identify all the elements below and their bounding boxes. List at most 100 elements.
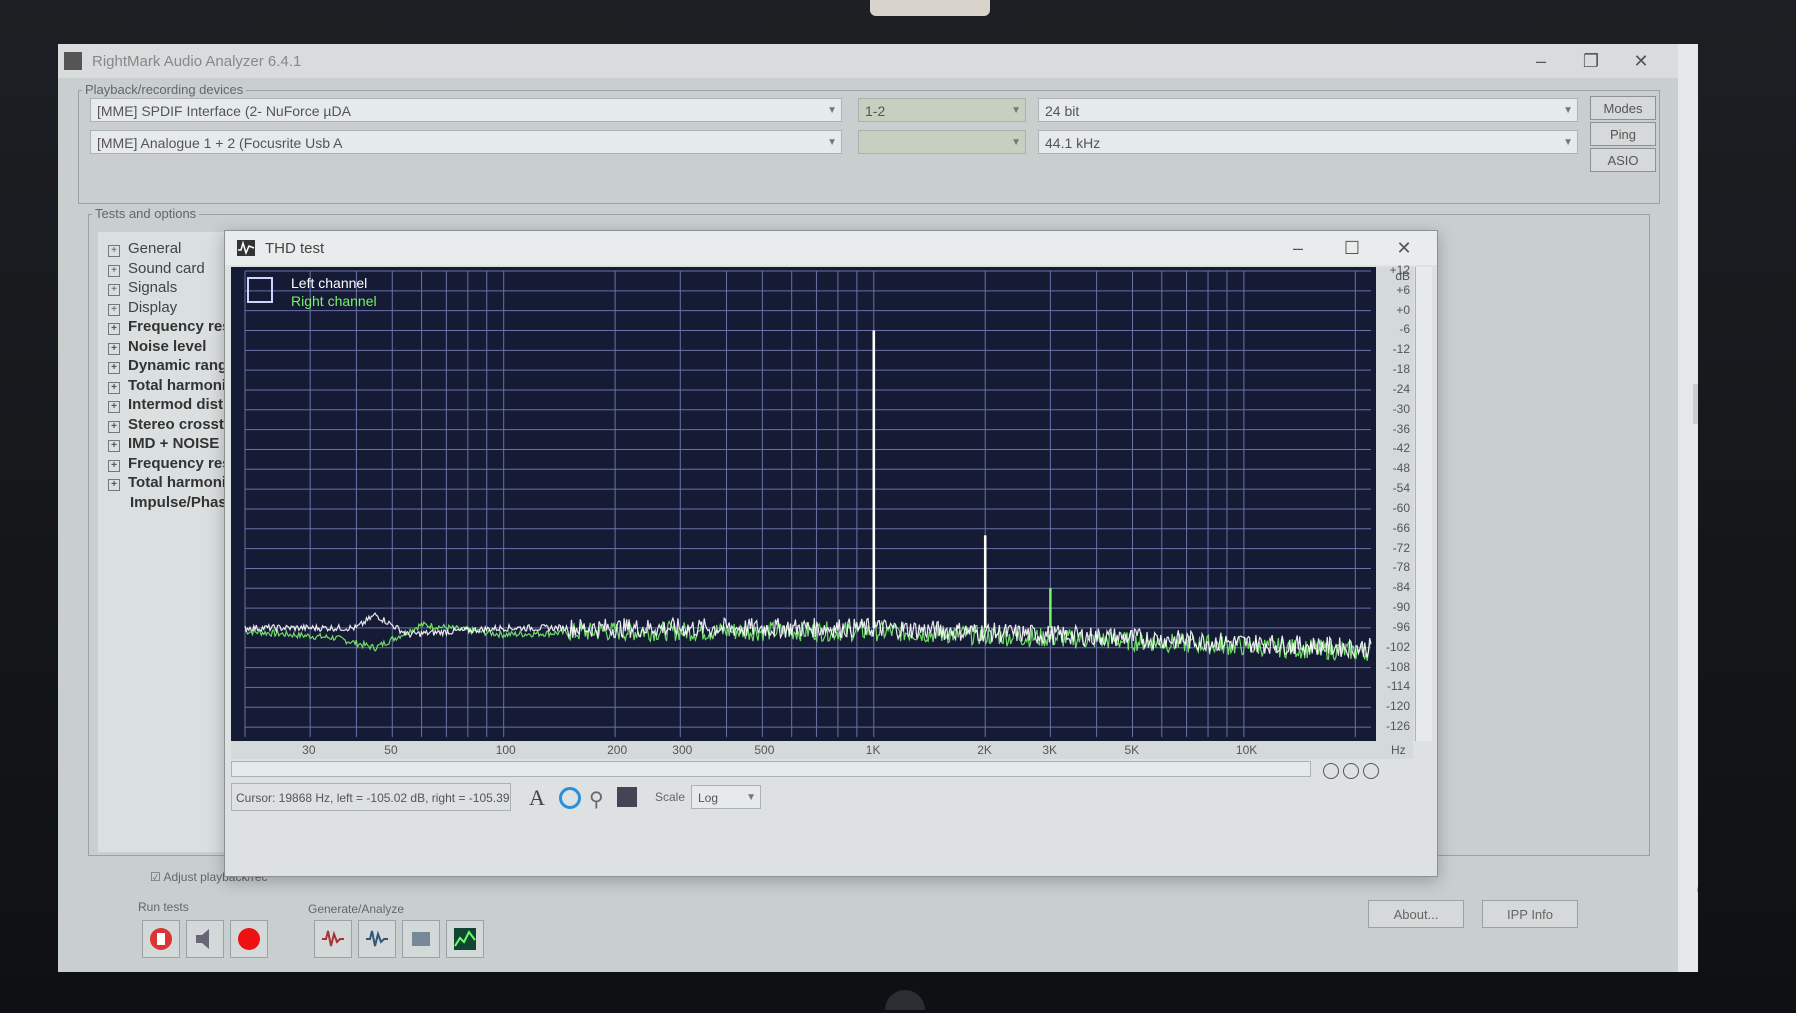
y-tick-label: -66 — [1392, 520, 1410, 535]
recording-device-value: [MME] Analogue 1 + 2 (Focusrite Usb A — [97, 135, 343, 151]
clock-time[interactable]: 2:26 PM — [1682, 864, 1699, 879]
tree-item[interactable]: + Intermod dist — [108, 396, 223, 413]
tree-item-label: Frequency res — [128, 318, 231, 335]
tree-item[interactable]: + Signals — [108, 279, 177, 296]
y-tick-label: -96 — [1392, 619, 1410, 634]
horizontal-scrollbar[interactable] — [231, 761, 1311, 777]
y-tick-label: -42 — [1392, 441, 1410, 456]
tree-item[interactable]: + Total harmoni — [108, 377, 226, 394]
expand-icon[interactable]: + — [108, 362, 120, 374]
expand-icon[interactable]: + — [108, 245, 120, 257]
play-channels-select[interactable]: 1-2 ▼ — [858, 98, 1026, 122]
expand-icon[interactable]: + — [108, 381, 120, 394]
close-button[interactable]: ✕ — [1618, 48, 1664, 74]
expand-icon[interactable]: + — [108, 440, 120, 452]
record-button[interactable] — [230, 920, 268, 958]
tree-item[interactable]: + Noise level — [108, 338, 206, 355]
run-all-button[interactable] — [142, 920, 180, 958]
zoom-reset-icon[interactable] — [1363, 763, 1379, 779]
tree-item-label: IMD + NOISE — [128, 435, 220, 452]
spectrum-plot[interactable]: Left channel Right channel dB +12 +6 +0 -6-… — [231, 263, 1414, 741]
speaker-button[interactable] — [186, 920, 224, 958]
chevron-down-icon: ▼ — [1563, 105, 1573, 116]
tree-item[interactable]: + Total harmoni — [108, 474, 226, 491]
tree-item[interactable]: + Frequency res — [108, 318, 231, 335]
tree-item[interactable]: Impulse/Phas — [130, 494, 227, 511]
tree-item[interactable]: + Dynamic range — [108, 357, 236, 374]
zoom-out-icon[interactable] — [1343, 763, 1359, 779]
maximize-button[interactable]: ☐ — [1329, 235, 1375, 261]
tree-item-label: Intermod dist — [128, 396, 224, 413]
close-button[interactable]: ✕ — [1381, 235, 1427, 261]
refresh-icon[interactable] — [559, 787, 581, 809]
tree-item[interactable]: + General — [108, 240, 181, 257]
expand-icon[interactable]: + — [108, 303, 120, 316]
waveform-icon — [322, 930, 344, 947]
about-button[interactable]: About... — [1368, 900, 1464, 928]
tree-item[interactable]: + IMD + NOISE — [108, 435, 219, 452]
expand-icon[interactable]: + — [108, 264, 120, 277]
tools-button[interactable] — [402, 920, 440, 958]
save-icon[interactable] — [617, 787, 637, 807]
y-tick-label: -78 — [1392, 560, 1410, 575]
title-bar: RightMark Audio Analyzer 6.4.1 – ❐ ✕ — [58, 44, 1678, 78]
y-tick-label: -72 — [1392, 540, 1410, 555]
y-tick-label: +0 — [1396, 302, 1410, 317]
x-tick-label: 1K — [865, 743, 881, 757]
minimize-button[interactable]: – — [1275, 235, 1321, 261]
expand-icon[interactable]: + — [108, 284, 120, 296]
x-tick-label: 200 — [607, 743, 628, 757]
restore-button[interactable]: ❐ — [1568, 48, 1614, 74]
bit-depth-select[interactable]: 24 bit ▼ — [1038, 98, 1578, 122]
y-tick-label: -54 — [1392, 481, 1410, 496]
sample-rate-select[interactable]: 44.1 kHz ▼ — [1038, 130, 1578, 154]
expand-icon[interactable]: + — [108, 401, 120, 413]
font-icon[interactable]: A — [529, 785, 545, 811]
scale-select[interactable]: Log ▼ — [691, 785, 761, 809]
ping-button[interactable]: Ping — [1590, 122, 1656, 146]
thd-title: THD test — [265, 240, 325, 257]
expand-icon[interactable]: + — [108, 420, 120, 433]
expand-icon[interactable]: + — [108, 459, 120, 472]
tree-item[interactable]: + Frequency res — [108, 455, 231, 472]
vertical-scrollbar[interactable] — [1415, 267, 1432, 741]
stop-play-icon — [150, 928, 172, 950]
tests-label: Tests and options — [92, 206, 200, 221]
y-tick-label: -114 — [1386, 679, 1410, 694]
y-tick-label: -12 — [1392, 342, 1410, 357]
rmaa-taskbar-icon[interactable] — [1693, 384, 1698, 424]
expand-icon[interactable]: + — [108, 342, 120, 355]
playback-device-select[interactable]: [MME] SPDIF Interface (2- NuForce µDA ▼ — [90, 98, 842, 122]
expand-icon[interactable]: + — [108, 479, 120, 491]
analyze-button[interactable] — [358, 920, 396, 958]
series-line — [244, 619, 1372, 662]
y-tick-label: -84 — [1392, 580, 1410, 595]
expand-icon[interactable]: + — [108, 323, 120, 335]
modes-button[interactable]: Modes — [1590, 96, 1656, 120]
x-tick-label: 500 — [754, 743, 775, 757]
spectrum-button[interactable] — [446, 920, 484, 958]
asio-button[interactable]: ASIO — [1590, 148, 1656, 172]
tree-item[interactable]: + Sound card — [108, 260, 205, 277]
zoom-icon[interactable]: ⚲ — [589, 787, 604, 812]
minimize-button[interactable]: – — [1518, 48, 1564, 74]
x-tick-label: 5K — [1124, 743, 1140, 757]
tree-item-label: Impulse/Phas — [130, 493, 227, 511]
x-tick-label: 50 — [384, 743, 398, 757]
ipp-info-button[interactable]: IPP Info — [1482, 900, 1578, 928]
rec-channels-select[interactable]: ▼ — [858, 130, 1026, 154]
recording-device-select[interactable]: [MME] Analogue 1 + 2 (Focusrite Usb A ▼ — [90, 130, 842, 154]
zoom-in-icon[interactable] — [1323, 763, 1339, 779]
tree-item-label: Dynamic range — [128, 357, 236, 374]
chevron-down-icon: ▼ — [1563, 137, 1573, 148]
tree-item[interactable]: + Stereo crossta — [108, 416, 232, 433]
legend-right-channel: Right channel — [291, 293, 377, 309]
screen: RightMark Audio Analyzer 6.4.1 – ❐ ✕ Pla… — [58, 44, 1698, 972]
y-axis: dB +12 +6 +0 -6 -12 -18 -24 -30 -36 -42 -48 -54 -60-… — [1376, 263, 1414, 741]
checkbox[interactable]: ☑ — [150, 870, 161, 884]
clock-date[interactable]: 6/5/2021 — [1682, 882, 1698, 897]
generate-button[interactable] — [314, 920, 352, 958]
generate-label: Generate/Analyze — [308, 902, 405, 916]
tree-item[interactable]: + Display — [108, 299, 177, 316]
y-tick-label: -36 — [1392, 421, 1410, 436]
